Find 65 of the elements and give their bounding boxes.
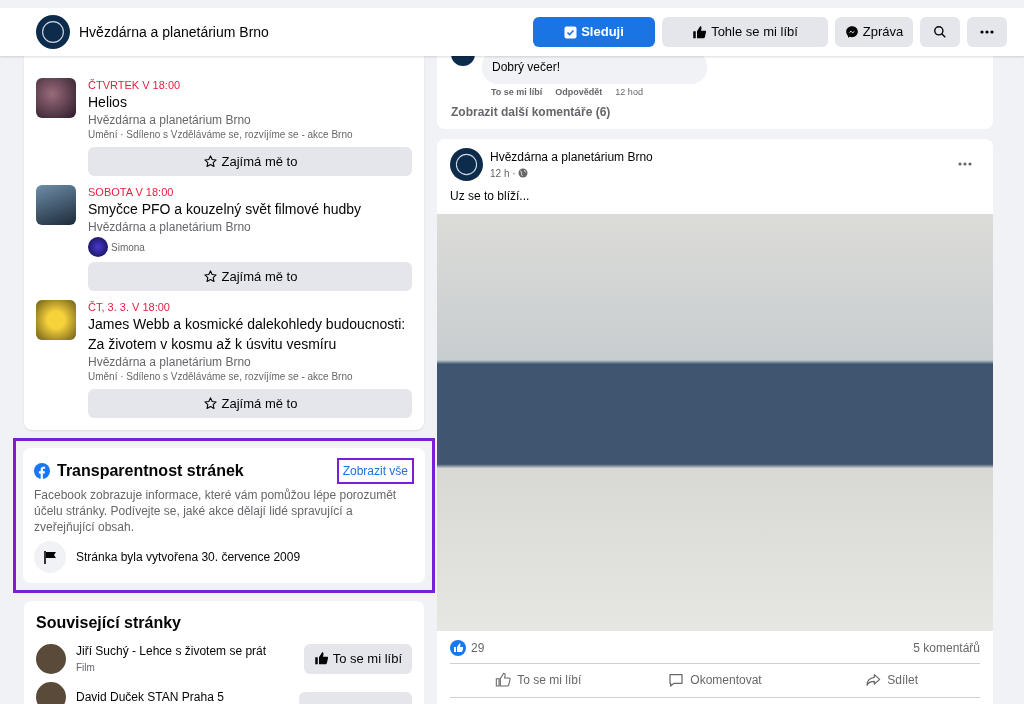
flag-icon <box>34 541 66 573</box>
event-thumbnail <box>36 78 76 118</box>
page-category: Film <box>76 661 96 675</box>
like-page-button[interactable]: Tohle se mi líbí <box>662 17 828 47</box>
event-title[interactable]: Smyčce PFO a kouzelný svět filmové hudby <box>88 199 412 219</box>
event-thumbnail <box>36 300 76 340</box>
event-organizer: Hvězdárna a planetárium Brno <box>88 112 252 128</box>
interested-button[interactable]: Zajímá mě to <box>88 389 412 418</box>
search-icon <box>933 25 947 39</box>
event-date: ČTVRTEK V 18:00 <box>88 78 182 92</box>
card-title: Transparentnost stránek <box>57 461 244 481</box>
card-title: Související stránky <box>36 613 182 633</box>
message-button[interactable]: Zpráva <box>835 17 913 47</box>
more-button[interactable] <box>967 17 1007 47</box>
more-comments-link[interactable]: Zobrazit další komentáře (6) <box>451 102 979 121</box>
post-action-button[interactable]: Okomentovat <box>626 665 804 695</box>
event-meta: Umění · Sdíleno s Vzděláváme se, rozvíjíme se - akce Brno <box>88 370 354 384</box>
event-thumbnail <box>36 185 76 225</box>
post-action-button[interactable]: To se mi líbí <box>450 665 627 695</box>
checkmark-icon <box>564 25 578 39</box>
share-icon <box>865 672 882 688</box>
thumbs-up-icon <box>313 651 329 666</box>
thumbs-up-icon <box>692 24 708 40</box>
speech-bubble-icon <box>668 672 685 688</box>
like-count[interactable]: 29 <box>471 638 485 657</box>
related-page-name[interactable]: Jiří Suchý - Lehce s životem se prát <box>76 642 294 660</box>
star-icon <box>202 396 218 411</box>
post-time: 12 h · <box>490 166 516 181</box>
star-icon <box>202 154 218 169</box>
friend-name: Simona <box>111 240 145 255</box>
page-name[interactable]: Hvězdárna a planetárium Brno <box>79 21 269 43</box>
event-date: ČT, 3. 3. V 18:00 <box>88 300 171 314</box>
facebook-icon <box>34 463 50 479</box>
event-organizer: Hvězdárna a planetárium Brno <box>88 354 252 370</box>
event-date: SOBOTA V 18:00 <box>88 185 175 199</box>
show-all-link[interactable]: Zobrazit vše <box>336 458 414 484</box>
star-icon <box>202 269 218 284</box>
transparency-description: Facebook zobrazuje informace, které vám pomůžou lépe porozumět účelu stránky. Podívejte se, jaké akce dělají lidé spravující a zveřejňující obsah. <box>34 487 398 535</box>
post-action-button[interactable]: Sdílet <box>803 665 980 695</box>
event-title[interactable]: James Webb a kosmické dalekohledy budoucnosti: Za životem v kosmu až k úsvitu vesmíru <box>88 314 412 354</box>
post-text: Uz se to blíží... <box>449 187 531 205</box>
messenger-icon <box>844 25 859 39</box>
event-meta: Umění · Sdíleno s Vzděláváme se, rozvíjíme se - akce Brno <box>88 128 354 142</box>
more-icon <box>980 30 994 34</box>
following-button[interactable]: Sleduji <box>533 17 655 47</box>
like-button[interactable]: To se mi líbí <box>303 643 412 674</box>
search-button[interactable] <box>920 17 960 47</box>
event-organizer: Hvězdárna a planetárium Brno <box>88 219 252 235</box>
thumbs-up-icon <box>495 672 512 688</box>
comment-count[interactable]: 5 komentářů <box>913 638 980 657</box>
post-author[interactable]: Hvězdárna a planetárium Brno <box>490 147 653 166</box>
like-reaction-icon <box>450 639 466 656</box>
comment-action[interactable]: To se mi líbí <box>491 86 543 100</box>
creation-date: Stránka byla vytvořena 30. července 2009 <box>76 549 301 566</box>
event-title[interactable]: Helios <box>88 92 412 112</box>
interested-button[interactable]: Zajímá mě to <box>88 262 412 291</box>
more-icon[interactable] <box>958 162 972 166</box>
interested-button[interactable]: Zajímá mě to <box>88 147 412 176</box>
comment-text: Dobrý večer! <box>492 60 561 74</box>
related-page-name[interactable]: David Duček STAN Praha 5 <box>76 688 289 704</box>
comment-action[interactable]: Odpovědět <box>555 86 603 100</box>
comment-time: 12 hod <box>615 86 643 99</box>
page-logo-icon <box>450 147 483 181</box>
globe-icon <box>517 168 528 178</box>
page-logo-icon <box>36 15 70 49</box>
